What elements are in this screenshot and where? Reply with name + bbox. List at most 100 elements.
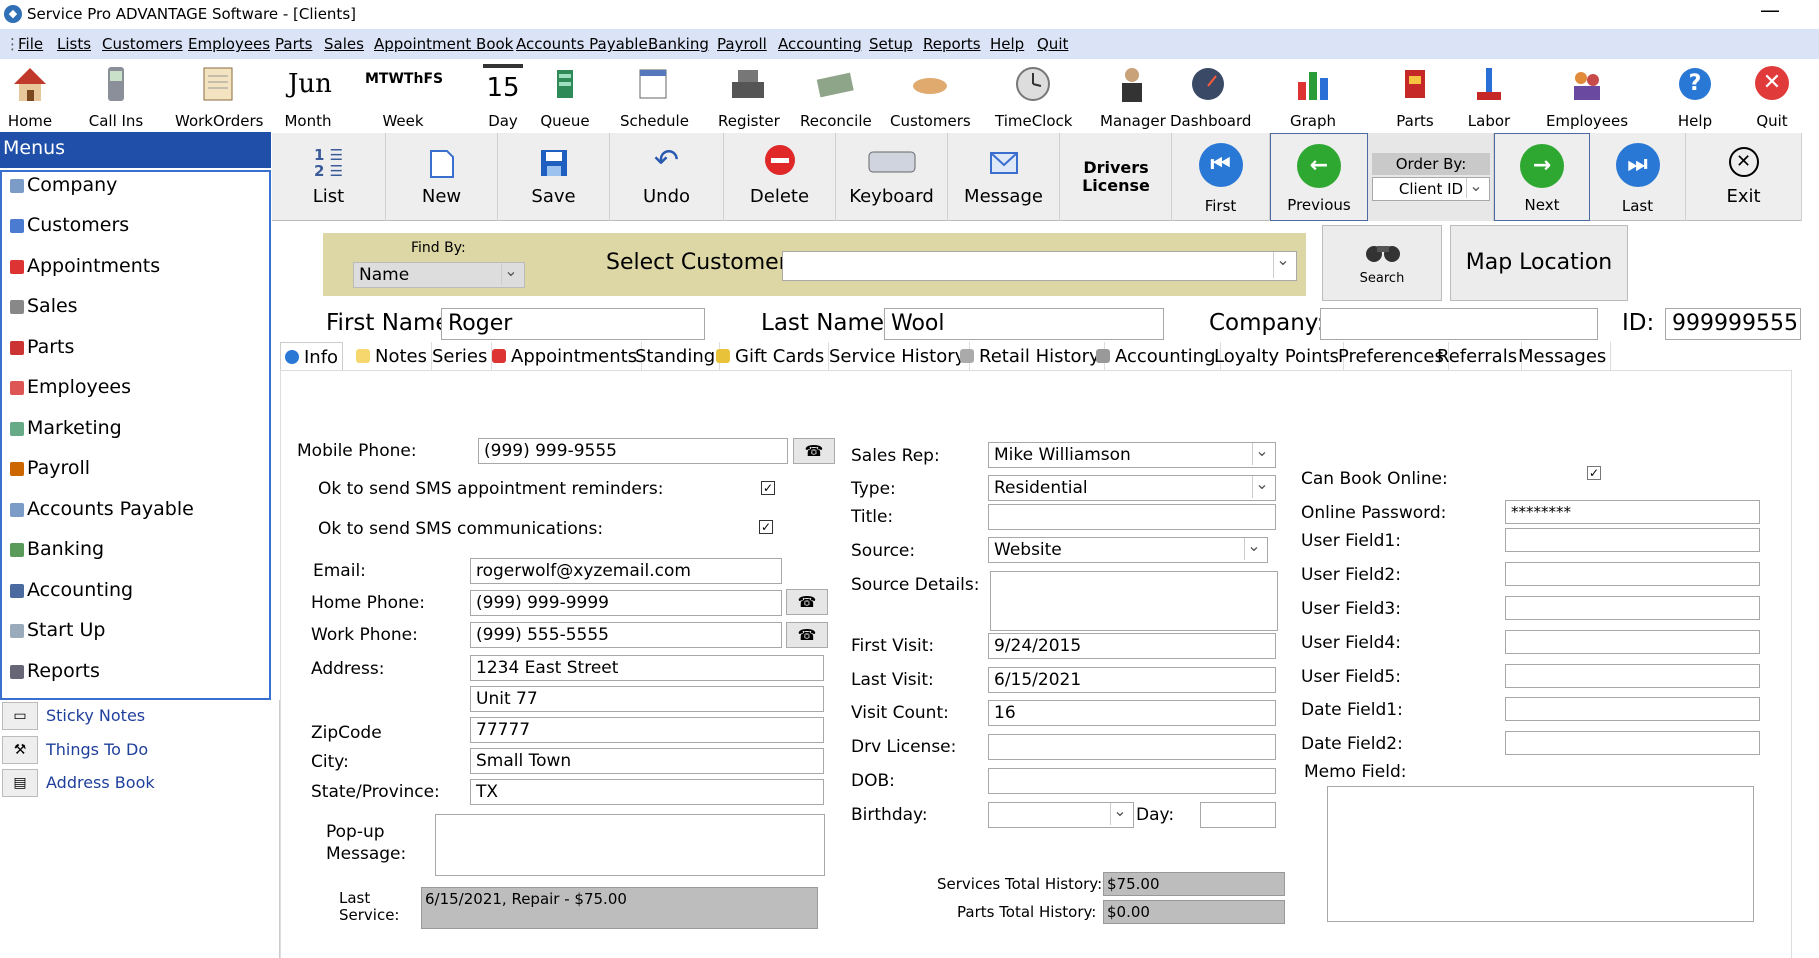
menu-customers[interactable]: Customers xyxy=(102,35,183,53)
menu-parts[interactable]: Parts xyxy=(275,35,312,53)
title-field[interactable] xyxy=(988,504,1276,530)
last-name-field[interactable]: Wool xyxy=(884,308,1164,340)
day-field[interactable] xyxy=(1200,802,1276,828)
sidebar-item-banking[interactable]: Banking xyxy=(10,538,104,560)
menu-banking[interactable]: Banking xyxy=(648,35,709,53)
first-name-field[interactable]: Roger xyxy=(441,308,705,340)
last-visit-field[interactable]: 6/15/2021 xyxy=(988,667,1276,693)
company-field[interactable] xyxy=(1320,308,1598,340)
user-field5-input[interactable] xyxy=(1505,664,1760,688)
sidebar-item-customers[interactable]: Customers xyxy=(10,214,129,236)
toolbar-help[interactable]: ? Help xyxy=(1670,60,1720,132)
memo-field-input[interactable] xyxy=(1327,786,1754,922)
toolbar-labor[interactable]: Labor xyxy=(1464,60,1514,132)
order-by-select[interactable]: Client ID xyxy=(1372,177,1490,201)
tab-series[interactable]: Series xyxy=(428,342,493,371)
menu-help[interactable]: Help xyxy=(990,35,1024,53)
city-field[interactable]: Small Town xyxy=(470,748,824,774)
home-phone-field[interactable]: (999) 999-9999 xyxy=(470,590,782,616)
next-button[interactable]: → Next xyxy=(1494,133,1590,221)
previous-button[interactable]: ← Previous xyxy=(1270,133,1368,221)
email-field[interactable]: rogerwolf@xyzemail.com xyxy=(470,558,782,584)
delete-button[interactable]: Delete xyxy=(724,133,836,221)
list-button[interactable]: 1 ☰ 2 ☰ List xyxy=(272,133,386,221)
menu-lists[interactable]: Lists xyxy=(57,35,91,53)
state-province-field[interactable]: TX xyxy=(470,779,824,805)
menu-payroll[interactable]: Payroll xyxy=(717,35,767,53)
id-field[interactable]: 999999555 xyxy=(1665,308,1801,340)
toolbar-reconcile[interactable]: Reconcile xyxy=(800,60,872,132)
sidebar-item-sales[interactable]: Sales xyxy=(10,295,78,317)
toolbar-manager[interactable]: Manager xyxy=(1100,60,1166,132)
dob-field[interactable] xyxy=(988,768,1276,794)
tab-appointments[interactable]: Appointments xyxy=(488,342,643,371)
menu-reports[interactable]: Reports xyxy=(923,35,981,53)
first-visit-field[interactable]: 9/24/2015 xyxy=(988,633,1276,659)
first-button[interactable]: ⏮ First xyxy=(1172,133,1270,221)
dial-work-phone-icon[interactable]: ☎ xyxy=(786,622,828,648)
toolbar-dashboard[interactable]: Dashboard xyxy=(1170,60,1251,132)
select-customer-combo[interactable] xyxy=(782,251,1297,281)
toolbar-schedule[interactable]: Schedule xyxy=(620,60,689,132)
menu-appointment-book[interactable]: Appointment Book xyxy=(374,35,513,53)
find-by-select[interactable]: Name xyxy=(353,262,525,288)
menu-setup[interactable]: Setup xyxy=(869,35,913,53)
sidebar-item-payroll[interactable]: Payroll xyxy=(10,457,90,479)
sidebar-item-appointments[interactable]: Appointments xyxy=(10,255,160,277)
tab-referrals[interactable]: Referrals xyxy=(1433,342,1523,371)
tab-service-history[interactable]: Service History xyxy=(825,342,971,371)
online-password-field[interactable]: ******** xyxy=(1505,500,1760,524)
date-field1-input[interactable] xyxy=(1505,697,1760,721)
toolbar-month[interactable]: Jun Month xyxy=(278,60,338,132)
toolbar-queue[interactable]: Queue xyxy=(537,60,593,132)
tab-accounting[interactable]: Accounting xyxy=(1092,342,1221,371)
dial-mobile-phone-icon[interactable]: ☎ xyxy=(793,438,835,464)
exit-button[interactable]: ✕ Exit xyxy=(1686,133,1802,221)
minimize-button[interactable]: — xyxy=(1760,0,1780,22)
visit-count-field[interactable]: 16 xyxy=(988,700,1276,726)
drivers-license-button[interactable]: Drivers License xyxy=(1060,133,1172,221)
sms-communications-checkbox[interactable]: ✓ xyxy=(759,520,773,534)
mobile-phone-field[interactable]: (999) 999-9555 xyxy=(478,438,788,464)
source-details-field[interactable] xyxy=(990,571,1278,631)
toolbar-day[interactable]: 15 Day xyxy=(478,60,528,132)
sidebar-item-employees[interactable]: Employees xyxy=(10,376,131,398)
zipcode-field[interactable]: 77777 xyxy=(470,717,824,743)
dial-home-phone-icon[interactable]: ☎ xyxy=(786,589,828,615)
toolbar-week[interactable]: MTWThFS Week xyxy=(365,60,443,132)
menu-file[interactable]: File xyxy=(18,35,43,53)
sidebar-item-company[interactable]: Company xyxy=(10,174,117,196)
toolbar-register[interactable]: Register xyxy=(718,60,780,132)
menu-sales[interactable]: Sales xyxy=(324,35,364,53)
tab-messages[interactable]: Messages xyxy=(1514,342,1612,371)
menu-accounts-payable[interactable]: Accounts Payable xyxy=(516,35,648,53)
tab-loyalty-points[interactable]: Loyalty Points xyxy=(1210,342,1344,371)
popup-message-field[interactable] xyxy=(435,814,825,876)
tab-preferences[interactable]: Preferences xyxy=(1334,342,1449,371)
menu-accounting[interactable]: Accounting xyxy=(778,35,862,53)
sms-reminders-checkbox[interactable]: ✓ xyxy=(761,481,775,495)
save-button[interactable]: Save xyxy=(498,133,610,221)
toolbar-customers[interactable]: Customers xyxy=(890,60,971,132)
type-select[interactable]: Residential xyxy=(988,475,1276,501)
new-button[interactable]: New xyxy=(386,133,498,221)
menu-employees[interactable]: Employees xyxy=(188,35,270,53)
search-button[interactable]: Search xyxy=(1322,225,1442,301)
last-button[interactable]: ⏭ Last xyxy=(1590,133,1686,221)
menu-quit[interactable]: Quit xyxy=(1037,35,1068,53)
keyboard-button[interactable]: Keyboard xyxy=(836,133,948,221)
address-line2-field[interactable]: Unit 77 xyxy=(470,686,824,712)
sidebar-item-reports[interactable]: Reports xyxy=(10,660,100,682)
user-field2-input[interactable] xyxy=(1505,562,1760,586)
toolbar-home[interactable]: Home xyxy=(0,60,60,132)
map-location-button[interactable]: Map Location xyxy=(1450,225,1628,301)
tab-retail-history[interactable]: Retail History xyxy=(956,342,1105,371)
sidebar-item-accounts-payable[interactable]: Accounts Payable xyxy=(10,498,194,520)
birthday-select[interactable] xyxy=(988,802,1134,828)
toolbar-call-ins[interactable]: Call Ins xyxy=(86,60,146,132)
toolbar-timeclock[interactable]: TimeClock xyxy=(995,60,1072,132)
sticky-notes-link[interactable]: ▭ Sticky Notes xyxy=(0,700,271,732)
user-field1-input[interactable] xyxy=(1505,528,1760,552)
toolbar-quit[interactable]: ✕ Quit xyxy=(1746,60,1798,132)
sidebar-item-parts[interactable]: Parts xyxy=(10,336,74,358)
